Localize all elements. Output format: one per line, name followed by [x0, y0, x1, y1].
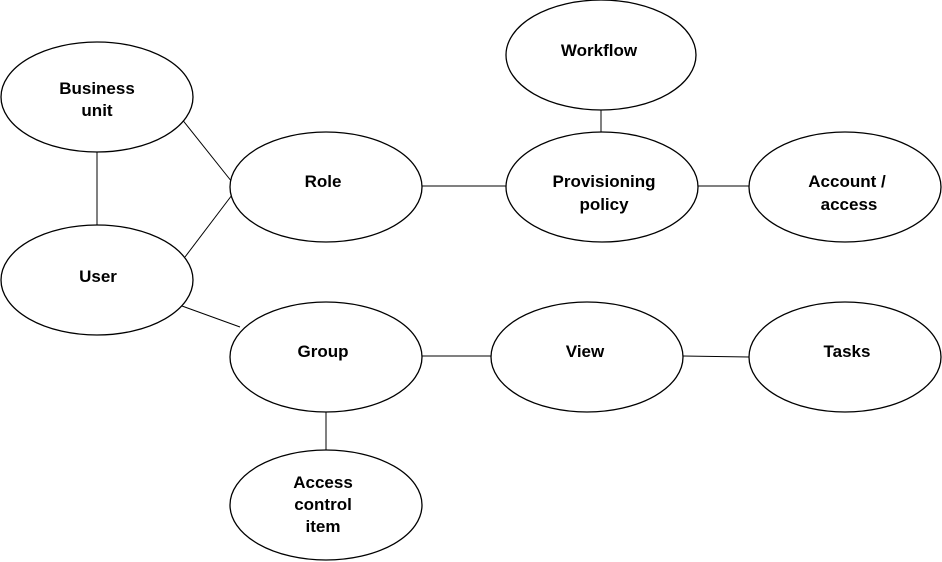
node-business-unit: Business unit: [0, 41, 194, 153]
node-tasks: Tasks: [748, 301, 942, 413]
entity-relationship-diagram: Business unit User Role Workflow Provisi…: [0, 0, 942, 561]
node-label: Access: [293, 473, 353, 492]
node-account-access: Account / access: [748, 131, 942, 243]
node-provisioning-policy: Provisioning policy: [505, 131, 699, 243]
edge-user-role: [184, 194, 233, 258]
node-label: item: [306, 517, 341, 536]
node-label: User: [79, 267, 117, 286]
edge-view-tasks: [682, 355, 750, 358]
node-group: Group: [229, 301, 423, 413]
node-label: Group: [298, 342, 349, 361]
node-label: Provisioning: [553, 172, 656, 191]
node-label: View: [566, 342, 605, 361]
node-workflow: Workflow: [505, 0, 697, 111]
node-user: User: [0, 224, 194, 336]
node-access-control-item: Access control item: [229, 449, 423, 561]
node-label: Business: [59, 79, 135, 98]
node-label: unit: [81, 101, 112, 120]
node-label: Tasks: [824, 342, 871, 361]
node-view: View: [490, 301, 684, 413]
edge-business-unit-role: [180, 117, 233, 183]
node-label: access: [821, 195, 878, 214]
node-label: policy: [579, 195, 629, 214]
node-label: Workflow: [561, 41, 638, 60]
node-label: Account /: [808, 172, 886, 191]
edge-user-group: [181, 305, 241, 328]
node-label: control: [294, 495, 352, 514]
node-label: Role: [305, 172, 342, 191]
node-role: Role: [229, 131, 423, 243]
